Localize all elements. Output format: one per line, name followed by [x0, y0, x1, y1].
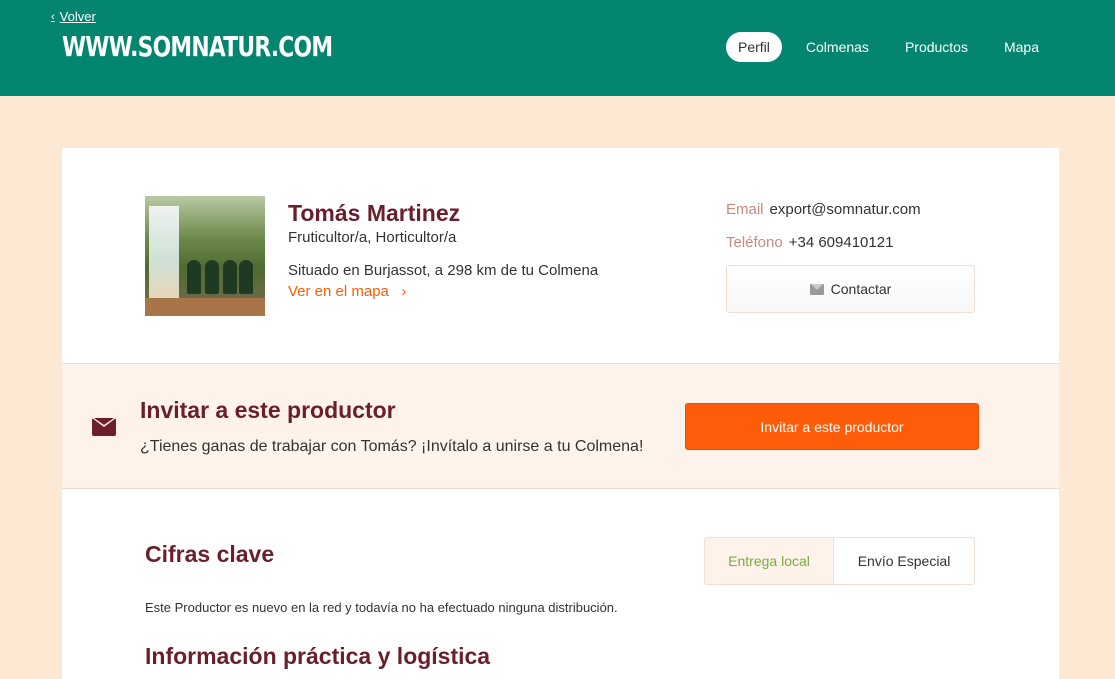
photo-person: [205, 260, 219, 294]
practical-info-title: Información práctica y logística: [145, 643, 491, 669]
toggle-local-delivery[interactable]: Entrega local: [705, 538, 835, 584]
phone-row: Teléfono +34 609410121: [726, 234, 893, 251]
email-value[interactable]: export@somnatur.com: [770, 201, 921, 218]
invite-section: Invitar a este productor ¿Tienes ganas d…: [62, 364, 1059, 489]
profile-section: Tomás Martinez Fruticultor/a, Horticulto…: [62, 148, 1059, 364]
producer-card: Tomás Martinez Fruticultor/a, Horticulto…: [62, 148, 1059, 679]
back-link-label: Volver: [59, 9, 96, 24]
top-header: ‹ Volver WWW.SOMNATUR.COM Perfil Colmena…: [0, 0, 1115, 96]
key-figures-title: Cifras clave: [145, 541, 275, 567]
producer-photo: [145, 196, 265, 316]
email-label: Email: [726, 201, 764, 218]
photo-person: [187, 260, 201, 294]
toggle-special-shipping[interactable]: Envío Especial: [834, 538, 974, 584]
key-figures-text: Este Productor es nuevo en la red y toda…: [145, 600, 618, 615]
producer-name: Tomás Martinez: [288, 200, 461, 226]
photo-banner: [149, 206, 179, 298]
contact-button-label: Contactar: [830, 281, 892, 297]
contact-button[interactable]: Contactar: [726, 265, 975, 313]
view-on-map-link[interactable]: Ver en el mapa ›: [288, 283, 406, 300]
phone-value[interactable]: +34 609410121: [789, 234, 894, 251]
email-row: Email export@somnatur.com: [726, 201, 921, 218]
producer-location: Situado en Burjassot, a 298 km de tu Col…: [288, 262, 599, 279]
nav-tab-productos[interactable]: Productos: [893, 32, 980, 62]
photo-crates: [145, 298, 265, 316]
invite-producer-button[interactable]: Invitar a este productor: [685, 403, 979, 450]
nav-tab-perfil[interactable]: Perfil: [726, 32, 782, 62]
invite-title: Invitar a este productor: [140, 397, 396, 423]
back-link[interactable]: ‹ Volver: [51, 9, 96, 24]
photo-person: [239, 260, 253, 294]
envelope-icon: [809, 283, 824, 295]
chevron-right-icon: ›: [393, 283, 407, 300]
envelope-icon: [92, 418, 116, 436]
nav-tab-mapa[interactable]: Mapa: [992, 32, 1051, 62]
key-figures-section: Cifras clave Entrega local Envío Especia…: [62, 489, 1059, 679]
photo-person: [223, 260, 237, 294]
view-on-map-label: Ver en el mapa: [288, 283, 389, 300]
chevron-left-icon: ‹: [51, 10, 55, 23]
phone-label: Teléfono: [726, 234, 783, 251]
invite-text: ¿Tienes ganas de trabajar con Tomás? ¡In…: [140, 438, 644, 455]
delivery-toggle: Entrega local Envío Especial: [704, 537, 975, 585]
nav-tab-colmenas[interactable]: Colmenas: [794, 32, 881, 62]
main-nav: Perfil Colmenas Productos Mapa: [726, 32, 1063, 62]
producer-roles: Fruticultor/a, Horticultor/a: [288, 229, 457, 246]
site-logo[interactable]: WWW.SOMNATUR.COM: [62, 30, 333, 63]
